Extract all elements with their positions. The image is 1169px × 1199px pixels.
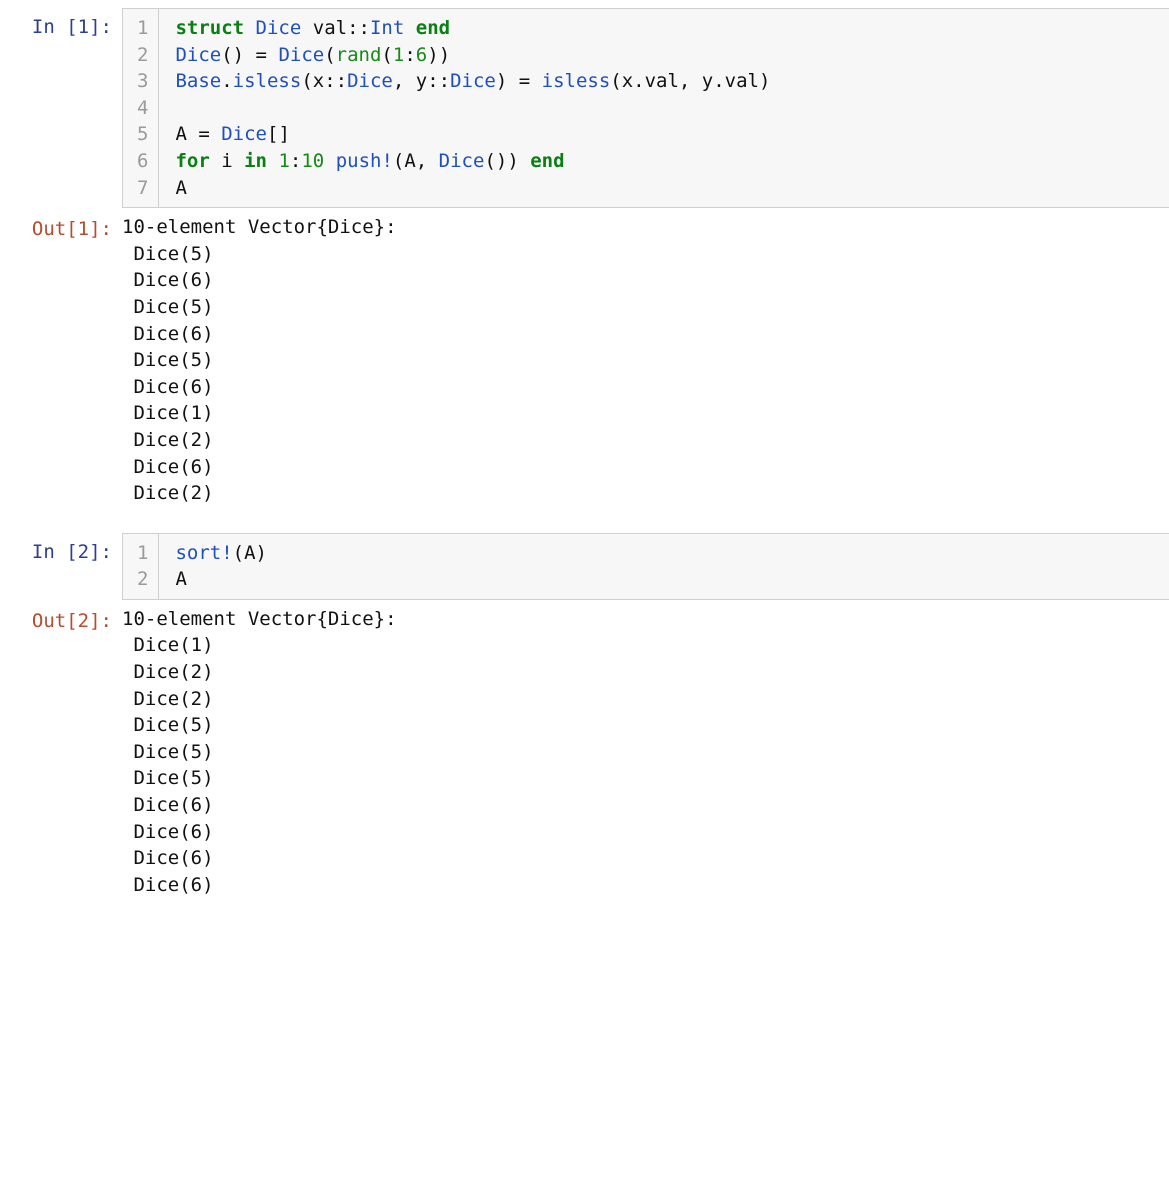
coloncolon-1: :: xyxy=(347,17,370,39)
parens-empty-2: () xyxy=(484,150,507,172)
output-1: 10-element Vector{Dice}: Dice(5) Dice(6)… xyxy=(122,210,1169,531)
sp-1 xyxy=(267,150,278,172)
lp-2: ( xyxy=(324,44,335,66)
eq-3: = xyxy=(187,123,221,145)
fn-isless-call: isless xyxy=(542,70,611,92)
type-dice: Dice xyxy=(256,17,302,39)
colon-1: : xyxy=(404,44,415,66)
kw-end-1: end xyxy=(416,17,450,39)
field-val: val xyxy=(313,17,347,39)
callargs: (x.val, y.val) xyxy=(610,70,770,92)
eq-1: = xyxy=(244,44,278,66)
cell-1-output: Out[1]: 10-element Vector{Dice}: Dice(5)… xyxy=(0,210,1169,531)
num-10: 10 xyxy=(301,150,324,172)
prompt-in-1: In [1]: xyxy=(0,8,122,208)
dot-1: . xyxy=(221,70,232,92)
var-a-return: A xyxy=(175,177,186,199)
cell-2-output: Out[2]: 10-element Vector{Dice}: Dice(1)… xyxy=(0,602,1169,923)
parens-empty-1: () xyxy=(221,44,244,66)
type-dice-x: Dice xyxy=(347,70,393,92)
gutter-1: 1 2 3 4 5 6 7 xyxy=(123,9,159,207)
rp-3: ) xyxy=(427,44,438,66)
colon-2: : xyxy=(290,150,301,172)
prompt-in-2: In [2]: xyxy=(0,533,122,600)
cell-2-input: In [2]: 1 2 sort!(A) A xyxy=(0,533,1169,600)
prompt-out-2: Out[2]: xyxy=(0,602,122,923)
sort-args: (A) xyxy=(233,542,267,564)
fn-sort: sort! xyxy=(175,542,232,564)
rp-4: ) xyxy=(496,70,507,92)
prompt-out-1: Out[1]: xyxy=(0,210,122,531)
kw-for: for xyxy=(175,150,209,172)
num-1: 1 xyxy=(393,44,404,66)
cell-1-input: In [1]: 1 2 3 4 5 6 7 struct Dice val::I… xyxy=(0,8,1169,208)
eq-2: = xyxy=(507,70,541,92)
push-open: (A, xyxy=(393,150,439,172)
ctor-dice: Dice xyxy=(175,44,221,66)
var-a-2: A xyxy=(175,568,186,590)
args-open: (x xyxy=(301,70,324,92)
lp-3: ( xyxy=(381,44,392,66)
mod-base: Base xyxy=(175,70,221,92)
brackets: [] xyxy=(267,123,290,145)
call-dice-new: Dice xyxy=(439,150,485,172)
fn-rand: rand xyxy=(336,44,382,66)
var-i: i xyxy=(210,150,244,172)
code-area-2[interactable]: 1 2 sort!(A) A xyxy=(122,533,1169,600)
fn-push: push! xyxy=(336,150,393,172)
kw-struct: struct xyxy=(175,17,244,39)
num-6: 6 xyxy=(416,44,427,66)
cc-y: :: xyxy=(427,70,450,92)
cc-x: :: xyxy=(324,70,347,92)
code-2[interactable]: sort!(A) A xyxy=(159,534,1169,599)
num-1b: 1 xyxy=(278,150,289,172)
type-dice-y: Dice xyxy=(450,70,496,92)
fn-isless-def: isless xyxy=(233,70,302,92)
rp-2: ) xyxy=(439,44,450,66)
call-dice-1: Dice xyxy=(278,44,324,66)
var-a: A xyxy=(175,123,186,145)
comma-y: , y xyxy=(393,70,427,92)
type-dice-arr: Dice xyxy=(221,123,267,145)
push-close: ) xyxy=(507,150,518,172)
sp-2 xyxy=(324,150,335,172)
code-1[interactable]: struct Dice val::Int end Dice() = Dice(r… xyxy=(159,9,1169,207)
kw-end-2: end xyxy=(530,150,564,172)
sp-3 xyxy=(519,150,530,172)
kw-in: in xyxy=(244,150,267,172)
code-area-1[interactable]: 1 2 3 4 5 6 7 struct Dice val::Int end D… xyxy=(122,8,1169,208)
gutter-2: 1 2 xyxy=(123,534,159,599)
output-2: 10-element Vector{Dice}: Dice(1) Dice(2)… xyxy=(122,602,1169,923)
type-int: Int xyxy=(370,17,404,39)
